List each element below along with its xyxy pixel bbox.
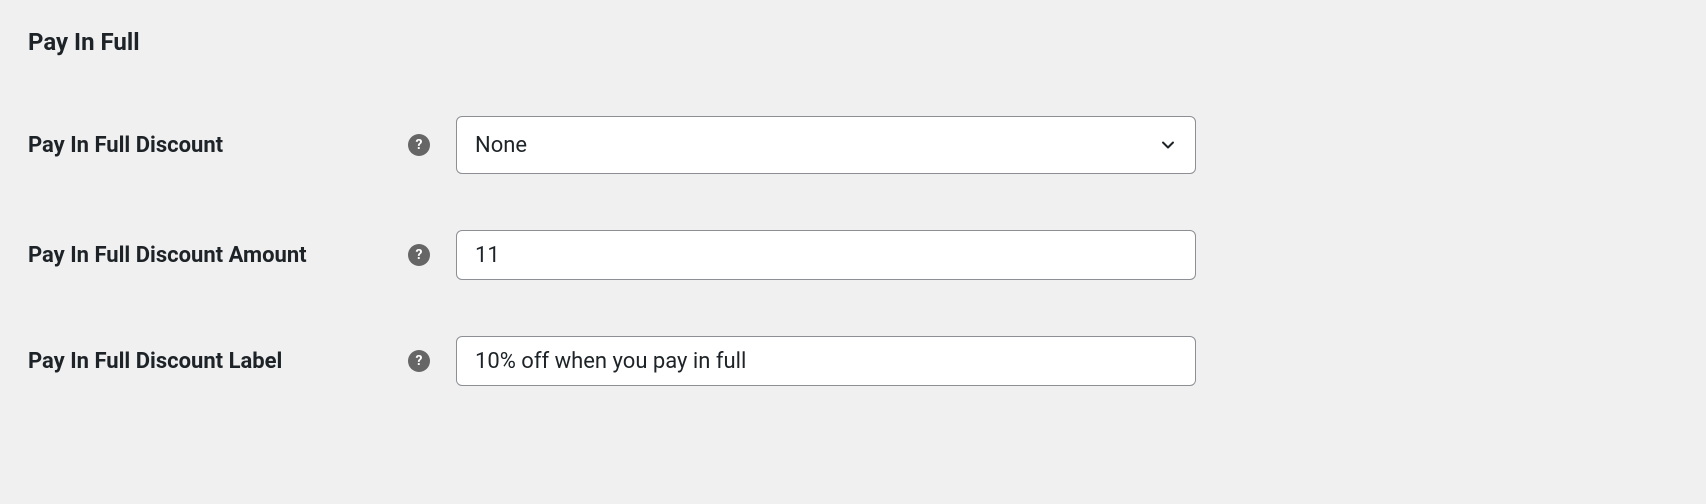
amount-label: Pay In Full Discount Amount xyxy=(28,243,408,268)
discount-select[interactable]: None xyxy=(456,116,1196,174)
form-row-display-label: Pay In Full Discount Label ? xyxy=(28,336,1678,386)
display-label-label: Pay In Full Discount Label xyxy=(28,349,408,374)
discount-label: Pay In Full Discount xyxy=(28,133,408,158)
form-row-discount: Pay In Full Discount ? None xyxy=(28,116,1678,174)
section-title: Pay In Full xyxy=(28,28,1678,56)
form-row-amount: Pay In Full Discount Amount ? xyxy=(28,230,1678,280)
display-label-input[interactable] xyxy=(456,336,1196,386)
help-icon[interactable]: ? xyxy=(408,350,430,372)
amount-input[interactable] xyxy=(456,230,1196,280)
discount-select-wrapper: None xyxy=(456,116,1196,174)
help-icon[interactable]: ? xyxy=(408,134,430,156)
help-icon[interactable]: ? xyxy=(408,244,430,266)
